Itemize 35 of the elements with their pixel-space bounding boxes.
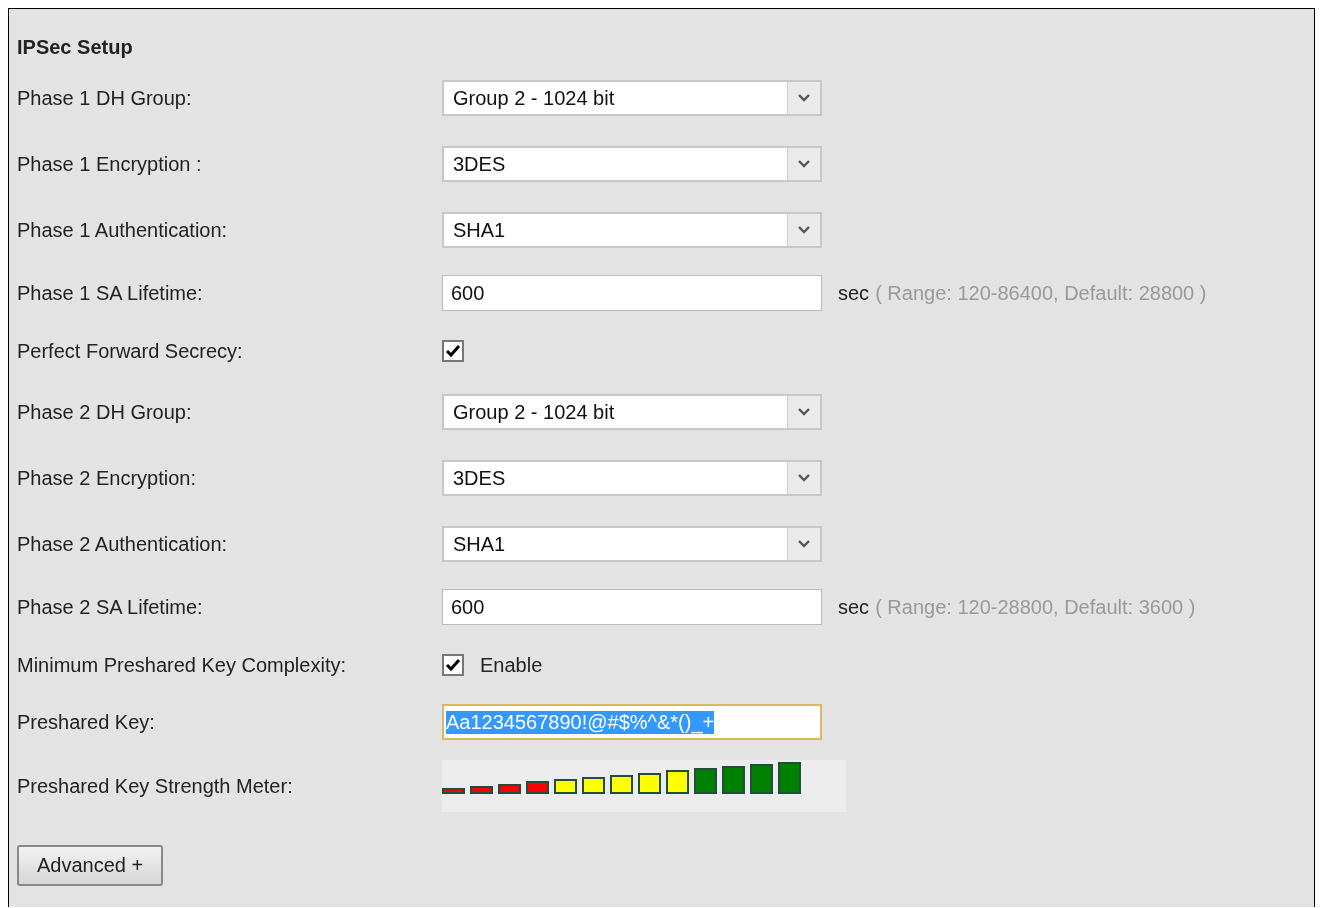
field-label: Phase 1 SA Lifetime: [17, 281, 204, 305]
chevron-down-icon [798, 408, 810, 416]
chevron-down-icon [798, 94, 810, 102]
dropdown[interactable]: 3DES [442, 146, 822, 182]
input-field[interactable]: 600 [442, 589, 822, 625]
advanced-button[interactable]: Advanced + [17, 845, 164, 886]
field-label: Phase 2 DH Group: [17, 400, 193, 424]
checkbox-label: Enable [480, 653, 543, 677]
field-label: Preshared Key: [17, 710, 156, 734]
checkbox[interactable] [442, 340, 464, 362]
range-hint: ( Range: 120-86400, Default: 28800 ) [875, 281, 1207, 305]
unit-label: sec [838, 281, 870, 305]
field-label: Phase 1 Encryption : [17, 152, 203, 176]
chevron-down-icon [798, 540, 810, 548]
field-label: Phase 2 Authentication: [17, 532, 229, 556]
chevron-down-icon [798, 226, 810, 234]
chevron-down-icon [798, 160, 810, 168]
field-label: Phase 1 Authentication: [17, 218, 229, 242]
chevron-down-icon [798, 474, 810, 482]
field-label: Phase 2 SA Lifetime: [17, 595, 204, 619]
checkbox[interactable] [442, 654, 464, 676]
dropdown[interactable]: SHA1 [442, 526, 822, 562]
field-label: Preshared Key Strength Meter: [17, 774, 294, 798]
dropdown[interactable]: Group 2 - 1024 bit [442, 394, 822, 430]
field-label: Phase 1 DH Group: [17, 86, 193, 110]
field-label: Minimum Preshared Key Complexity: [17, 653, 347, 677]
dropdown[interactable]: Group 2 - 1024 bit [442, 80, 822, 116]
field-label: Phase 2 Encryption: [17, 466, 197, 490]
field-label: Perfect Forward Secrecy: [17, 339, 244, 363]
input-field[interactable]: 600 [442, 275, 822, 311]
section-title: IPSec Setup [17, 35, 134, 60]
unit-label: sec [838, 595, 870, 619]
dropdown[interactable]: SHA1 [442, 212, 822, 248]
dropdown[interactable]: 3DES [442, 460, 822, 496]
range-hint: ( Range: 120-28800, Default: 3600 ) [875, 595, 1196, 619]
